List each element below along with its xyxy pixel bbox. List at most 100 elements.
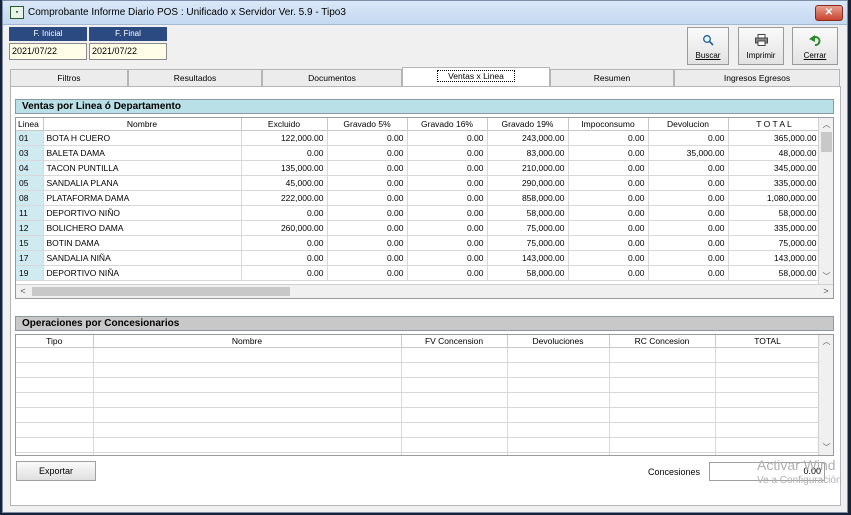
empty-cell — [609, 392, 716, 408]
table-row[interactable] — [16, 407, 821, 423]
print-button[interactable]: Imprimir — [738, 27, 784, 65]
scroll-right-icon[interactable]: > — [819, 285, 833, 298]
end-date-field[interactable]: 2021/07/22 — [89, 43, 167, 60]
table-row[interactable] — [16, 422, 821, 438]
ventas-vertical-scrollbar[interactable]: ︿ ﹀ — [818, 118, 833, 284]
concesionarios-col-header[interactable]: TOTAL — [715, 335, 821, 348]
start-date-field[interactable]: 2021/07/22 — [9, 43, 87, 60]
export-button[interactable]: Exportar — [16, 461, 96, 481]
concesionarios-col-header[interactable]: Nombre — [93, 335, 402, 348]
empty-cell — [401, 437, 508, 453]
tab-documentos[interactable]: Documentos — [262, 69, 402, 86]
amount-cell: 0.00 — [568, 265, 649, 281]
empty-cell — [401, 347, 508, 363]
app-icon: ▪ — [10, 6, 24, 19]
table-row[interactable] — [16, 377, 821, 393]
empty-cell — [609, 407, 716, 423]
table-row[interactable]: 05 SANDALIA PLANA 45,000.00 0.00 0.00 290,000… — [16, 175, 821, 191]
empty-cell — [507, 452, 610, 455]
app-window: ▪ Comprobante Informe Diario POS : Unifi… — [2, 0, 848, 513]
table-row[interactable] — [16, 452, 821, 455]
ventas-col-header[interactable]: Nombre — [43, 118, 242, 131]
table-row[interactable]: 17 SANDALIA NIÑA 0.00 0.00 0.00 143,000.00 0.0… — [16, 250, 821, 266]
ventas-col-header[interactable]: Linea — [16, 118, 44, 131]
ventas-grid[interactable]: Linea Nombre Excluido Gravado 5% Gravado 16%… — [15, 117, 834, 299]
ventas-col-header[interactable]: Excluido — [241, 118, 328, 131]
ventas-horizontal-scrollbar[interactable]: < > — [16, 284, 833, 298]
amount-cell: 0.00 — [327, 175, 408, 191]
scroll-thumb[interactable] — [821, 132, 832, 152]
close-button[interactable]: Cerrar — [792, 27, 838, 65]
concesionarios-vertical-scrollbar[interactable]: ︿ ﹀ — [818, 335, 833, 455]
amount-cell: 0.00 — [241, 250, 328, 266]
amount-cell: 0.00 — [648, 250, 729, 266]
tab-resultados[interactable]: Resultados — [128, 69, 262, 86]
empty-cell — [16, 362, 94, 378]
scroll-left-icon[interactable]: < — [16, 285, 30, 298]
scroll-up-icon[interactable]: ︿ — [819, 118, 833, 132]
scroll-down-icon[interactable]: ﹀ — [819, 441, 833, 455]
table-row[interactable] — [16, 362, 821, 378]
window-title: Comprobante Informe Diario POS : Unifica… — [28, 7, 346, 18]
empty-cell — [93, 422, 402, 438]
ventas-col-header[interactable]: Gravado 5% — [327, 118, 408, 131]
amount-cell: 0.00 — [568, 205, 649, 221]
linea-name-cell: PLATAFORMA DAMA — [43, 190, 242, 206]
amount-cell: 0.00 — [407, 250, 488, 266]
amount-cell: 0.00 — [648, 160, 729, 176]
table-row[interactable]: 12 BOLICHERO DAMA 260,000.00 0.00 0.00 75,000… — [16, 220, 821, 236]
amount-cell: 243,000.00 — [487, 130, 569, 146]
concesionarios-col-header[interactable]: Devoluciones — [507, 335, 610, 348]
concesionarios-col-header[interactable]: RC Concesion — [609, 335, 716, 348]
linea-name-cell: SANDALIA NIÑA — [43, 250, 242, 266]
table-row[interactable]: 11 DEPORTIVO NIÑO 0.00 0.00 0.00 58,000.00 0.0… — [16, 205, 821, 221]
table-row[interactable]: 01 BOTA H CUERO 122,000.00 0.00 0.00 243,000.… — [16, 130, 821, 146]
tab-filtros[interactable]: Filtros — [10, 69, 128, 86]
table-row[interactable]: 03 BALETA DAMA 0.00 0.00 0.00 83,000.00 0.00 35… — [16, 145, 821, 161]
undo-arrow-icon — [793, 34, 837, 49]
amount-cell: 0.00 — [648, 235, 729, 251]
date-range: F. Inicial F. Final 2021/07/22 2021/07/2… — [9, 27, 169, 62]
ventas-x-linea-panel: Ventas por Linea ó Departamento Linea Nom… — [10, 86, 841, 506]
scroll-up-icon[interactable]: ︿ — [819, 335, 833, 349]
ventas-col-header[interactable]: Gravado 16% — [407, 118, 488, 131]
amount-cell: 0.00 — [648, 130, 729, 146]
window-close-button[interactable]: ✕ — [815, 5, 843, 21]
table-row[interactable]: 04 TACON PUNTILLA 135,000.00 0.00 0.00 210,00… — [16, 160, 821, 176]
amount-cell: 58,000.00 — [487, 265, 569, 281]
amount-cell: 0.00 — [568, 220, 649, 236]
search-icon — [688, 34, 728, 49]
table-row[interactable] — [16, 392, 821, 408]
empty-cell — [16, 347, 94, 363]
hscroll-thumb[interactable] — [32, 287, 290, 296]
linea-code-cell: 11 — [16, 205, 44, 221]
tab-ventas-x-linea[interactable]: Ventas x Linea — [402, 67, 550, 86]
ventas-col-header[interactable]: Devolucion — [648, 118, 729, 131]
ventas-col-header[interactable]: T O T A L — [728, 118, 821, 131]
empty-cell — [715, 377, 821, 393]
ventas-col-header[interactable]: Gravado 19% — [487, 118, 569, 131]
table-row[interactable] — [16, 437, 821, 453]
amount-cell: 0.00 — [648, 220, 729, 236]
amount-cell: 0.00 — [648, 190, 729, 206]
tab-ingresos-egresos[interactable]: Ingresos Egresos — [674, 69, 840, 86]
amount-cell: 0.00 — [327, 145, 408, 161]
scroll-down-icon[interactable]: ﹀ — [819, 270, 833, 284]
search-button[interactable]: Buscar — [687, 27, 729, 65]
empty-cell — [93, 407, 402, 423]
amount-cell: 0.00 — [327, 265, 408, 281]
concesionarios-col-header[interactable]: Tipo — [16, 335, 94, 348]
table-row[interactable]: 08 PLATAFORMA DAMA 222,000.00 0.00 0.00 858,0… — [16, 190, 821, 206]
watermark-line-1: Activar Wind — [757, 457, 836, 473]
table-row[interactable] — [16, 347, 821, 363]
amount-cell: 0.00 — [648, 265, 729, 281]
amount-cell: 0.00 — [568, 175, 649, 191]
linea-code-cell: 19 — [16, 265, 44, 281]
table-row[interactable]: 19 DEPORTIVO NIÑA 0.00 0.00 0.00 58,000.00 0.0… — [16, 265, 821, 281]
ventas-col-header[interactable]: Impoconsumo — [568, 118, 649, 131]
concesionarios-col-header[interactable]: FV Concension — [401, 335, 508, 348]
concesionarios-grid[interactable]: Tipo Nombre FV Concension Devoluciones RC Co… — [15, 334, 834, 456]
tab-resumen[interactable]: Resumen — [550, 69, 674, 86]
table-row[interactable]: 15 BOTIN DAMA 0.00 0.00 0.00 75,000.00 0.00 0.0… — [16, 235, 821, 251]
linea-name-cell: BOTIN DAMA — [43, 235, 242, 251]
